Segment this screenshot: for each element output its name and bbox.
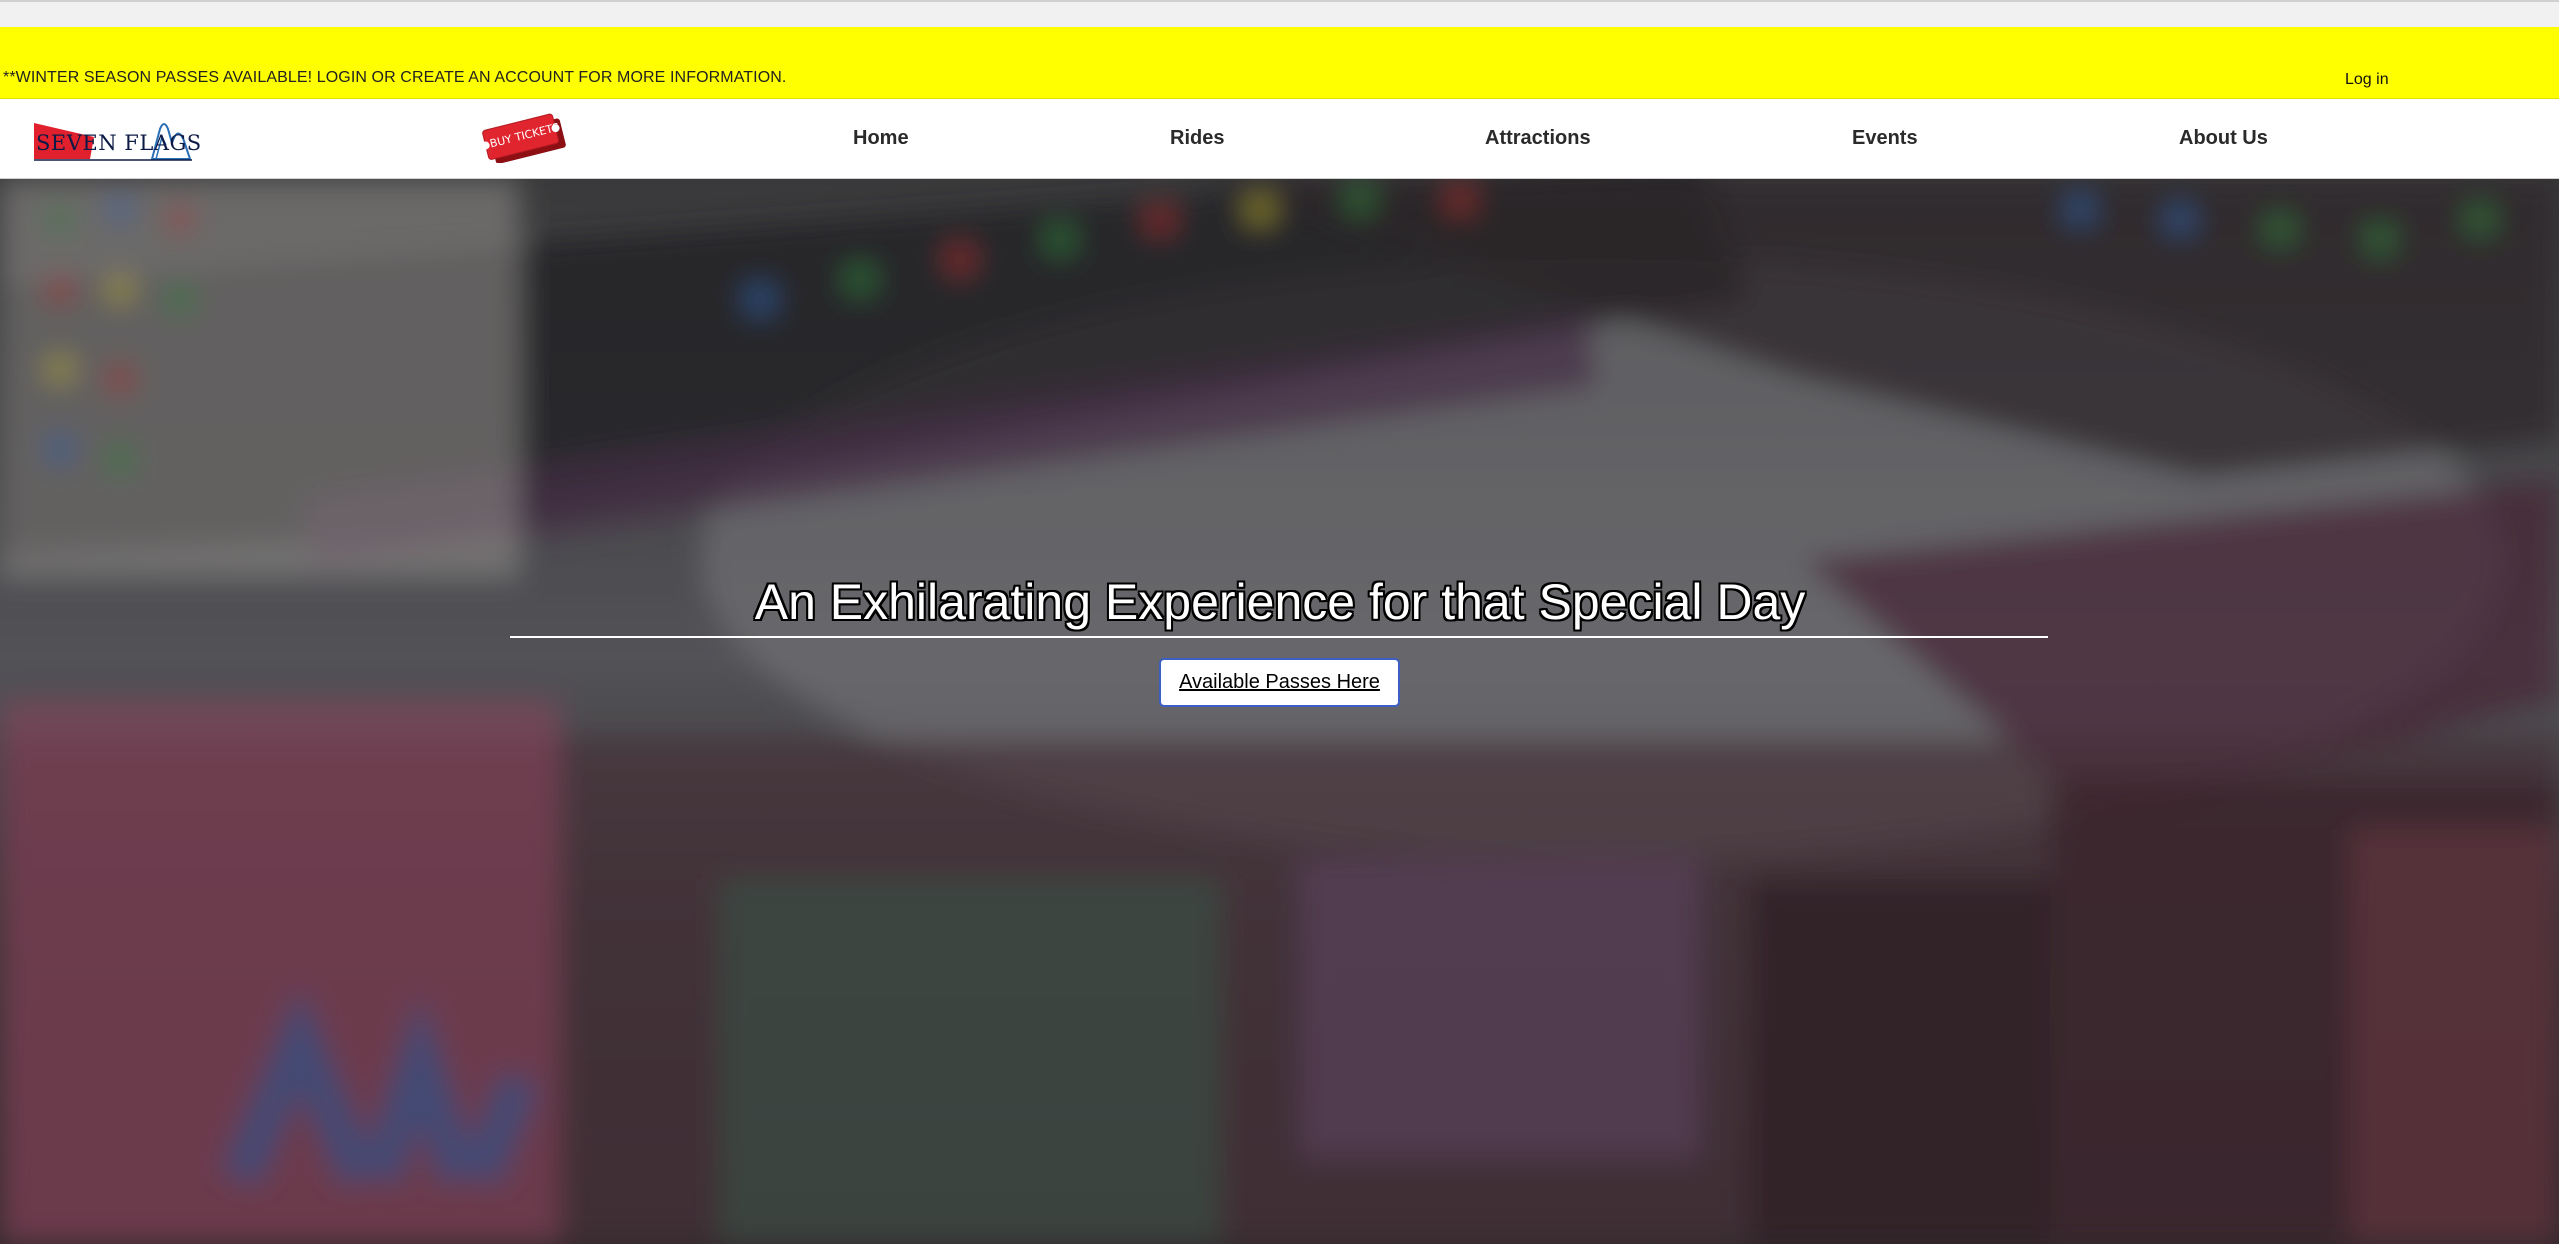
nav-item-about-us[interactable]: About Us bbox=[2179, 127, 2268, 150]
nav-item-rides[interactable]: Rides bbox=[1170, 127, 1224, 150]
nav-item-home[interactable]: Home bbox=[853, 127, 909, 150]
browser-top-strip bbox=[0, 0, 2559, 27]
nav-item-events[interactable]: Events bbox=[1852, 127, 1918, 150]
login-link[interactable]: Log in bbox=[2345, 71, 2389, 89]
hero-divider bbox=[510, 636, 2048, 638]
main-navbar: SEVEN FLAGS BUY TICKETS Home Rides Attra… bbox=[0, 99, 2559, 179]
hero-title: An Exhilarating Experience for that Spec… bbox=[754, 574, 1806, 630]
hero-background-image bbox=[0, 179, 2559, 1244]
announcement-bar: **WINTER SEASON PASSES AVAILABLE! LOGIN … bbox=[0, 27, 2559, 99]
buy-tickets-button[interactable]: BUY TICKETS bbox=[481, 113, 567, 164]
hero-section: An Exhilarating Experience for that Spec… bbox=[0, 179, 2559, 1244]
announcement-text: **WINTER SEASON PASSES AVAILABLE! LOGIN … bbox=[3, 69, 787, 86]
nav-item-attractions[interactable]: Attractions bbox=[1485, 127, 1591, 150]
logo-text: SEVEN FLAGS bbox=[36, 131, 202, 155]
seven-flags-logo[interactable]: SEVEN FLAGS bbox=[32, 115, 202, 163]
available-passes-button[interactable]: Available Passes Here bbox=[1159, 658, 1400, 707]
